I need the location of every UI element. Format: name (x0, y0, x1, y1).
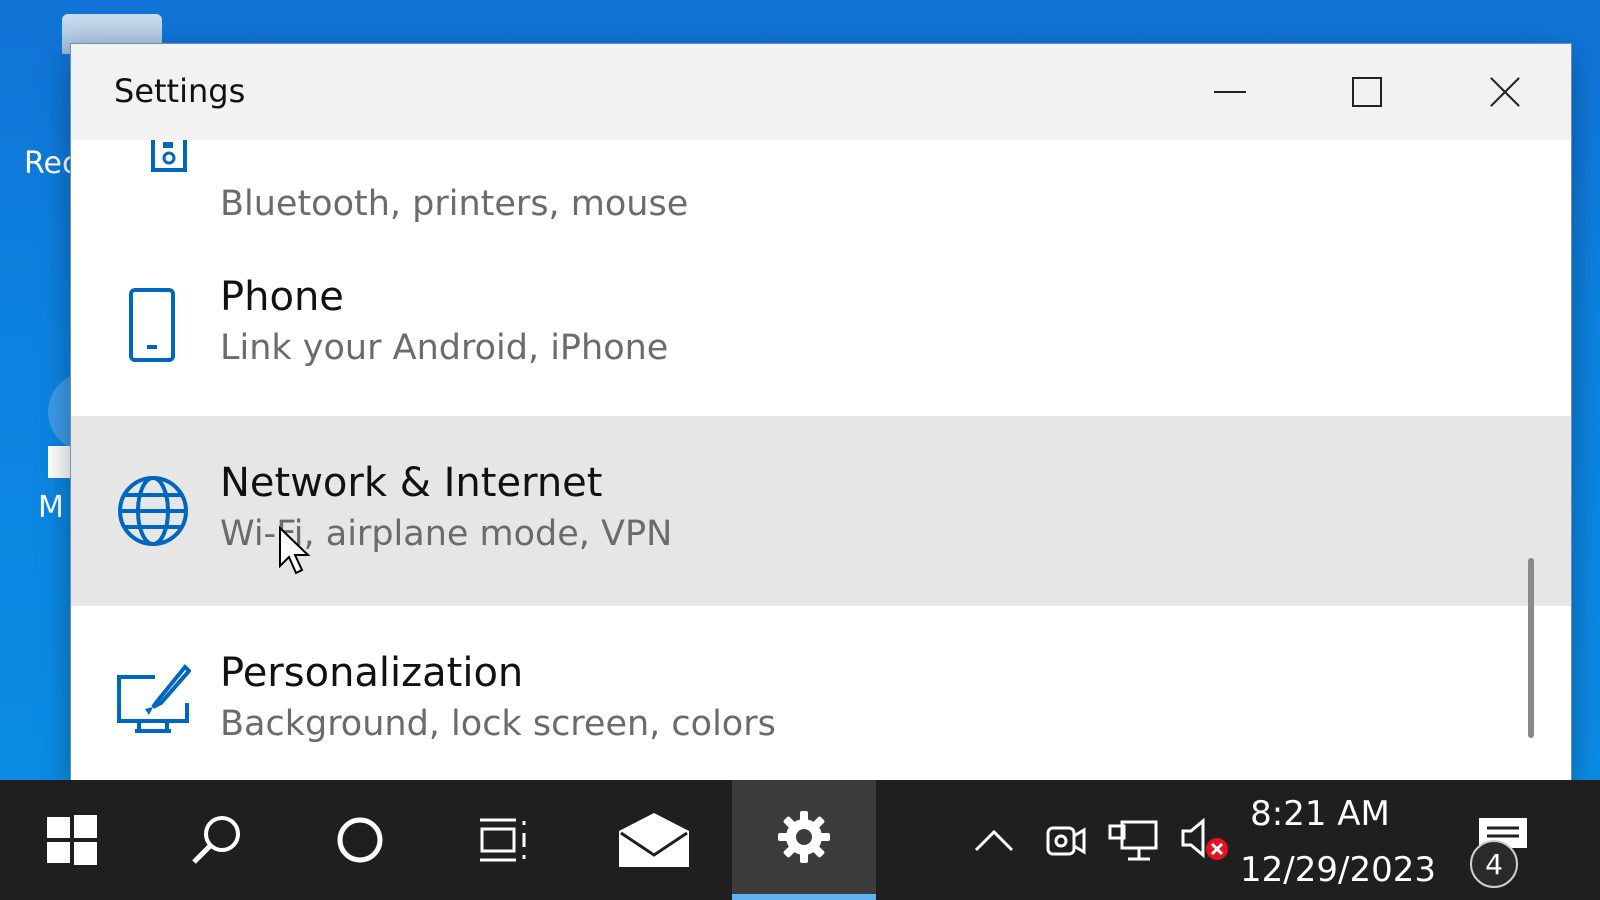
mouse-cursor-icon (279, 526, 311, 575)
clock-time[interactable]: 8:21 AM (1240, 794, 1400, 834)
meet-now-button[interactable] (1036, 780, 1096, 900)
globe-icon (118, 476, 188, 546)
start-icon (47, 815, 97, 865)
network-icon (1108, 820, 1158, 861)
task-view-icon (480, 818, 526, 862)
volume-muted-icon (1181, 817, 1228, 860)
settings-taskbar-button[interactable] (732, 780, 876, 900)
minimize-icon (1213, 91, 1246, 93)
settings-item-phone[interactable]: Phone Link your Android, iPhone (71, 230, 1571, 420)
settings-item-network-internet[interactable]: Network & Internet Wi-Fi, airplane mode,… (71, 416, 1571, 606)
maximize-icon (1351, 77, 1382, 107)
cortana-icon (337, 817, 383, 863)
scrollbar-thumb[interactable] (1528, 558, 1534, 738)
meet-now-icon (1046, 826, 1086, 856)
mail-icon (619, 813, 689, 867)
desktop-icon-label: M (38, 490, 64, 525)
window-title: Settings (114, 72, 246, 110)
network-button[interactable] (1104, 780, 1164, 900)
title-bar[interactable]: Settings (71, 44, 1571, 140)
minimize-button[interactable] (1161, 44, 1298, 140)
settings-item-title: Phone (220, 274, 344, 320)
phone-icon (129, 288, 175, 362)
settings-item-title: Personalization (220, 650, 524, 696)
settings-category-list: Bluetooth, printers, mouse Phone Link yo… (71, 140, 1571, 780)
desktop-shortcut-badge (48, 446, 70, 478)
chevron-up-icon (974, 829, 1014, 852)
start-button[interactable] (0, 780, 144, 900)
show-hidden-icons-button[interactable] (966, 780, 1022, 900)
settings-window: Settings Bluetooth, printers, mouse Phon… (71, 44, 1571, 780)
devices-icon (151, 140, 187, 172)
settings-icon (778, 811, 830, 863)
settings-item-title: Network & Internet (220, 460, 603, 506)
personalization-icon (117, 664, 191, 733)
close-button[interactable] (1435, 44, 1571, 140)
notification-count-badge: 4 (1470, 840, 1518, 888)
settings-item-subtitle: Bluetooth, printers, mouse (220, 184, 689, 224)
cortana-button[interactable] (288, 780, 432, 900)
close-icon (1489, 77, 1519, 107)
volume-button[interactable] (1174, 780, 1234, 900)
settings-item-subtitle: Link your Android, iPhone (220, 328, 669, 368)
taskbar: 8:21 AM 12/29/2023 (0, 780, 1600, 900)
search-icon (192, 816, 240, 864)
settings-item-personalization[interactable]: Personalization Background, lock screen,… (71, 606, 1571, 780)
settings-item-subtitle: Background, lock screen, colors (220, 704, 776, 744)
task-view-button[interactable] (432, 780, 576, 900)
search-button[interactable] (144, 780, 288, 900)
clock-date[interactable]: 12/29/2023 (1240, 850, 1436, 890)
mail-button[interactable] (576, 780, 732, 900)
maximize-button[interactable] (1298, 44, 1435, 140)
